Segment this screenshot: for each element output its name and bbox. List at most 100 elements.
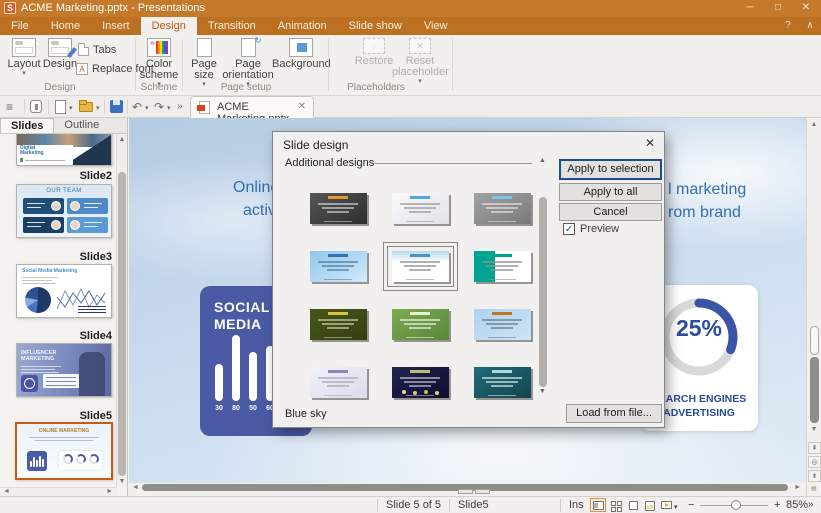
scroll-left-icon[interactable]: ◄ [3,488,10,496]
designs-scroll-up-icon[interactable]: ▲ [536,157,549,164]
design-thumb-1[interactable] [309,192,367,224]
collapse-ribbon-icon[interactable]: ∧ [803,17,817,35]
social-bar-value: 50 [249,405,257,412]
menu-home[interactable]: Home [40,17,91,35]
slide-position-indicator: Slide 5 of 5 [386,499,442,511]
layout-button[interactable]: Layout ▾ [6,38,42,77]
canvas-vscrollbar[interactable]: ▲ ▼ ⇞ ◎ ⇟ [806,118,821,483]
outline-view-icon[interactable] [626,498,642,512]
design-thumb-3[interactable] [473,192,531,224]
notes-view-icon[interactable] [642,498,658,512]
open-file-dropdown-icon[interactable]: ▾ [96,104,100,112]
canvas-scroll-indicator [810,326,819,355]
design-thumb-9[interactable] [473,308,531,340]
slide-1-thumbnail[interactable]: Digital Marketing [16,134,112,166]
redo-dropdown-icon[interactable]: ▾ [167,104,171,112]
previous-slide-button[interactable]: ⇞ [808,442,821,454]
undo-icon[interactable]: ↶ [132,99,142,115]
split-view-button[interactable]: ▤ [806,483,821,496]
scroll-down-icon[interactable]: ▼ [117,478,127,485]
scroll-up-icon[interactable]: ▲ [807,121,821,128]
scroll-right-icon[interactable]: ► [106,488,113,496]
preview-checkbox-row[interactable]: ✓ Preview [563,223,619,235]
menu-view[interactable]: View [413,17,459,35]
slide-5-thumbnail-selected[interactable]: ONLINE MARKETING [15,422,113,480]
slide-4-thumbnail[interactable]: INFLUENCER MARKETING [16,343,112,397]
design-thumb-2[interactable] [391,192,449,224]
tab-outline[interactable]: Outline [54,118,109,133]
menu-insert[interactable]: Insert [91,17,141,35]
maximize-button[interactable]: □ [765,0,791,17]
designs-scroll-down-icon[interactable]: ▼ [536,388,549,395]
splitter-handle[interactable] [458,489,490,494]
close-button[interactable]: ✕ [793,0,819,17]
designs-scrollbar-thumb[interactable] [539,197,547,387]
next-slide-button[interactable]: ⇟ [808,470,821,482]
scroll-left-icon[interactable]: ◄ [132,484,139,492]
design-thumb-11[interactable] [391,366,449,398]
statusbar-overflow-icon[interactable]: » [808,499,814,510]
zoom-level[interactable]: 85% [786,499,808,511]
slideshow-view-icon[interactable] [658,498,674,512]
cancel-button[interactable]: Cancel [559,203,662,221]
main-menu-icon[interactable]: ≡ [6,99,13,115]
undo-dropdown-icon[interactable]: ▾ [145,104,149,112]
design-thumb-6[interactable] [473,250,531,282]
design-thumb-12[interactable] [473,366,531,398]
color-scheme-button[interactable]: Color scheme ▾ [138,38,180,88]
open-file-icon[interactable] [79,100,93,112]
zoom-slider-knob[interactable] [731,500,741,510]
design-thumb-4[interactable] [309,250,367,282]
slide-4-gauge-badge [21,375,38,392]
sidebar-hscrollbar[interactable]: ◄ ► [0,487,117,496]
menu-file[interactable]: File [0,17,40,35]
menu-design[interactable]: Design [140,17,197,35]
tab-slides[interactable]: Slides [0,118,55,133]
document-tab[interactable]: ACME Marketing.pptx ✕ [190,96,314,125]
zoom-in-icon[interactable]: + [774,499,780,511]
sidebar-scrollbar-thumb[interactable] [118,172,126,476]
canvas-vscrollbar-thumb[interactable] [810,357,819,423]
design-thumb-5-selected[interactable] [391,250,449,282]
scroll-down-icon[interactable]: ▼ [807,426,821,433]
slide-2-thumbnail[interactable]: OUR TEAM [16,184,112,238]
tabs-button[interactable]: Tabs [78,43,116,56]
design-thumb-8[interactable] [391,308,449,340]
page-size-button[interactable]: Page size ▾ [188,38,220,88]
design-thumb-10[interactable] [309,366,367,398]
save-icon[interactable] [110,100,123,113]
view-dropdown-icon[interactable]: ▾ [674,503,678,511]
touch-mode-icon[interactable] [30,100,42,113]
reset-placeholder-button[interactable]: ✕ Reset placeholder ▾ [392,38,449,85]
new-file-icon[interactable] [55,100,66,114]
apply-to-selection-button[interactable]: Apply to selection [559,159,662,180]
insert-mode-indicator[interactable]: Ins [569,499,584,511]
restore-button[interactable]: ◌ Restore [352,38,396,67]
minimize-button[interactable]: ─ [737,0,763,17]
dialog-close-icon[interactable]: ✕ [645,136,655,150]
background-button[interactable]: Background [272,38,331,70]
sidebar-scrollbar[interactable]: ▲ ▼ [116,134,127,487]
redo-icon[interactable]: ↷ [154,99,164,115]
design-thumb-7[interactable] [309,308,367,340]
toolbar-overflow-icon[interactable]: » [177,99,183,115]
scroll-right-icon[interactable]: ► [794,484,801,492]
menu-slide-show[interactable]: Slide show [338,17,413,35]
slide-title-fragment: rom brand [668,204,741,221]
menu-animation[interactable]: Animation [267,17,338,35]
browse-object-button[interactable]: ◎ [808,456,821,468]
load-from-file-button[interactable]: Load from file... [566,404,662,423]
slide-sorter-view-icon[interactable] [608,498,624,512]
apply-to-all-button[interactable]: Apply to all [559,183,662,201]
menu-transition[interactable]: Transition [197,17,267,35]
page-orientation-button[interactable]: ↻ Page orientation ▾ [222,36,274,88]
preview-checkbox[interactable]: ✓ [563,223,575,235]
slide-3-thumbnail[interactable]: Social Media Marketing [16,264,112,318]
scroll-up-icon[interactable]: ▲ [117,136,127,143]
zoom-out-icon[interactable]: − [688,499,694,511]
document-tab-close-icon[interactable]: ✕ [298,101,306,112]
help-icon[interactable]: ? [781,17,795,35]
new-file-dropdown-icon[interactable]: ▾ [69,104,73,112]
design-button[interactable]: Design [42,38,78,70]
normal-view-icon[interactable] [590,498,606,512]
